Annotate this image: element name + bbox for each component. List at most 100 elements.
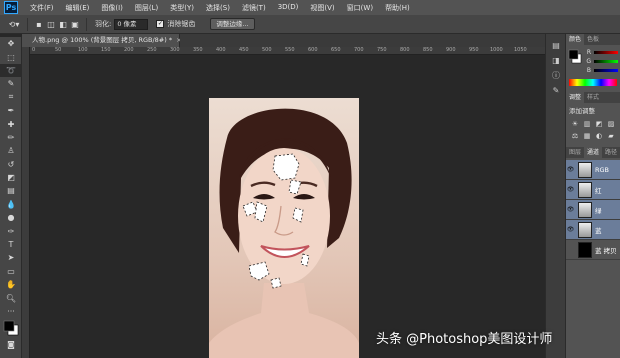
tab-strip [180, 34, 545, 47]
history-panel-icon[interactable]: ▤ [546, 38, 566, 53]
menu-file[interactable]: 文件(F) [30, 3, 54, 13]
hand-tool-icon[interactable]: ✋ [0, 278, 22, 291]
menu-window[interactable]: 窗口(W) [347, 3, 373, 13]
move-tool-icon[interactable]: ✥ [0, 37, 22, 50]
options-bar: ⟲▾ ▪ ◫ ◧ ▣ 羽化: 0 像素 ✓ 消除锯齿 调整边缘... [0, 15, 620, 34]
brush-panel-icon[interactable]: ✎ [546, 83, 566, 98]
exposure-icon[interactable]: ▨ [605, 118, 617, 130]
channel-row[interactable]: 👁︎ RGB [566, 160, 620, 180]
blue-slider[interactable] [594, 69, 618, 72]
menu-help[interactable]: 帮助(H) [385, 3, 410, 13]
type-tool-icon[interactable]: T [0, 238, 22, 251]
eye-icon[interactable]: 👁︎ [566, 226, 575, 233]
red-slider[interactable] [594, 51, 618, 54]
antialias-checkbox[interactable]: ✓ [156, 20, 165, 28]
menu-select[interactable]: 选择(S) [206, 3, 230, 13]
dodge-tool-icon[interactable]: ● [0, 211, 22, 224]
channel-label: 蓝 [595, 226, 602, 235]
options-divider [86, 17, 87, 31]
ruler-tick-label: 950 [469, 47, 479, 53]
fg-bg-color-icon[interactable] [568, 48, 582, 66]
green-slider[interactable] [594, 60, 618, 63]
rectangle-tool-icon[interactable]: ▭ [0, 265, 22, 278]
marquee-tool-icon[interactable]: ⬚ [0, 50, 22, 63]
path-select-tool-icon[interactable]: ➤ [0, 251, 22, 264]
channel-row[interactable]: 👁︎ 红 [566, 180, 620, 200]
more-tools-icon[interactable]: ··· [0, 305, 22, 318]
color-swatches-icon[interactable] [0, 318, 22, 338]
brush-tool-icon[interactable]: ✏ [0, 131, 22, 144]
new-selection-icon[interactable]: ▪ [33, 19, 45, 30]
lasso-tool-icon[interactable]: ➰ [0, 63, 22, 78]
watermark: 头条 @Photoshop美图设计师 [376, 332, 553, 347]
menu-filter[interactable]: 滤镜(T) [242, 3, 266, 13]
feather-input[interactable]: 0 像素 [114, 18, 149, 30]
refine-edge-button[interactable]: 调整边缘... [210, 18, 255, 30]
horizontal-ruler[interactable]: 0 50 100 150 200 250 300 350 400 450 500… [30, 47, 545, 55]
zoom-tool-icon[interactable]: 🔍︎ [0, 291, 22, 304]
hue-saturation-icon[interactable]: ▦ [581, 130, 593, 142]
tab-adjustments[interactable]: 调整 [566, 92, 585, 103]
photoshop-window: Ps 文件(F) 编辑(E) 图像(I) 图层(L) 类型(Y) 选择(S) 滤… [0, 0, 620, 358]
tab-paths[interactable]: 路径 [602, 147, 620, 158]
color-sliders: R G B [584, 48, 618, 75]
tab-color[interactable]: 颜色 [566, 34, 585, 45]
menu-type[interactable]: 类型(Y) [170, 3, 194, 13]
brightness-icon[interactable]: ☀ [569, 118, 581, 130]
levels-icon[interactable]: ▥ [581, 118, 593, 130]
ruler-tick-label: 800 [400, 47, 410, 53]
clone-stamp-tool-icon[interactable]: ♙ [0, 144, 22, 157]
menu-image[interactable]: 图像(I) [101, 3, 123, 13]
portrait-photo[interactable] [209, 98, 359, 358]
gradient-map-icon[interactable]: ▰ [605, 130, 617, 142]
channel-row[interactable]: 👁︎ 蓝 [566, 220, 620, 240]
toolbox: ✥ ⬚ ➰ ✎ ⌗ ✒ ✚ ✏ ♙ ↺ ◩ ▤ 💧 ● ✑ T ➤ ▭ ✋ 🔍︎… [0, 37, 22, 358]
curves-icon[interactable]: ◩ [593, 118, 605, 130]
channel-label: 红 [595, 186, 602, 195]
eraser-tool-icon[interactable]: ◩ [0, 171, 22, 184]
channel-row[interactable]: 蓝 拷贝 [566, 240, 620, 260]
menu-view[interactable]: 视图(V) [310, 3, 334, 13]
color-panel-tabs: 颜色 色板 [566, 34, 620, 45]
quick-select-tool-icon[interactable]: ✎ [0, 77, 22, 90]
tab-styles[interactable]: 样式 [584, 92, 602, 103]
properties-panel-icon[interactable]: ◨ [546, 53, 566, 68]
history-brush-tool-icon[interactable]: ↺ [0, 158, 22, 171]
vertical-ruler[interactable] [22, 47, 30, 358]
eye-icon[interactable]: 👁︎ [566, 206, 575, 213]
quick-mask-icon[interactable]: ◙ [0, 338, 22, 351]
options-divider [27, 17, 28, 31]
menu-layer[interactable]: 图层(L) [135, 3, 158, 13]
pen-tool-icon[interactable]: ✑ [0, 224, 22, 237]
color-balance-icon[interactable]: ⚖ [569, 130, 581, 142]
blur-tool-icon[interactable]: 💧 [0, 198, 22, 211]
eye-icon[interactable]: 👁︎ [566, 166, 575, 173]
eye-icon[interactable]: 👁︎ [566, 186, 575, 193]
color-row-b: B [584, 66, 618, 75]
document-tab[interactable]: 人物.png @ 100% (背景图层 拷贝, RGB/8#) * × [22, 34, 182, 47]
menu-3d[interactable]: 3D(D) [278, 3, 299, 13]
channel-g-label: G [586, 58, 591, 65]
subtract-selection-icon[interactable]: ◧ [57, 19, 69, 30]
color-panel: R G B [566, 45, 620, 75]
antialias-label: 消除锯齿 [167, 20, 196, 28]
healing-brush-tool-icon[interactable]: ✚ [0, 117, 22, 130]
tab-layers[interactable]: 图层 [566, 147, 584, 158]
color-spectrum[interactable] [569, 79, 617, 86]
info-panel-icon[interactable]: ⓘ [546, 68, 566, 83]
lasso-tool-preset-icon[interactable]: ⟲▾ [6, 19, 22, 30]
tab-channels[interactable]: 通道 [584, 147, 603, 158]
channels-list: 👁︎ RGB 👁︎ 红 👁︎ 绿 👁︎ 蓝 蓝 拷贝 [566, 160, 620, 260]
channel-row[interactable]: 👁︎ 绿 [566, 200, 620, 220]
photo-filter-icon[interactable]: ◐ [593, 130, 605, 142]
adjustment-icons: ☀ ▥ ◩ ▨ ⚖ ▦ ◐ ▰ [566, 117, 620, 143]
menu-edit[interactable]: 编辑(E) [66, 3, 90, 13]
ruler-tick-label: 250 [147, 47, 157, 53]
add-selection-icon[interactable]: ◫ [45, 19, 57, 30]
color-row-g: G [584, 57, 618, 66]
crop-tool-icon[interactable]: ⌗ [0, 91, 22, 104]
tab-swatches[interactable]: 色板 [584, 34, 602, 45]
gradient-tool-icon[interactable]: ▤ [0, 184, 22, 197]
eyedropper-tool-icon[interactable]: ✒ [0, 104, 22, 117]
intersect-selection-icon[interactable]: ▣ [69, 19, 81, 30]
